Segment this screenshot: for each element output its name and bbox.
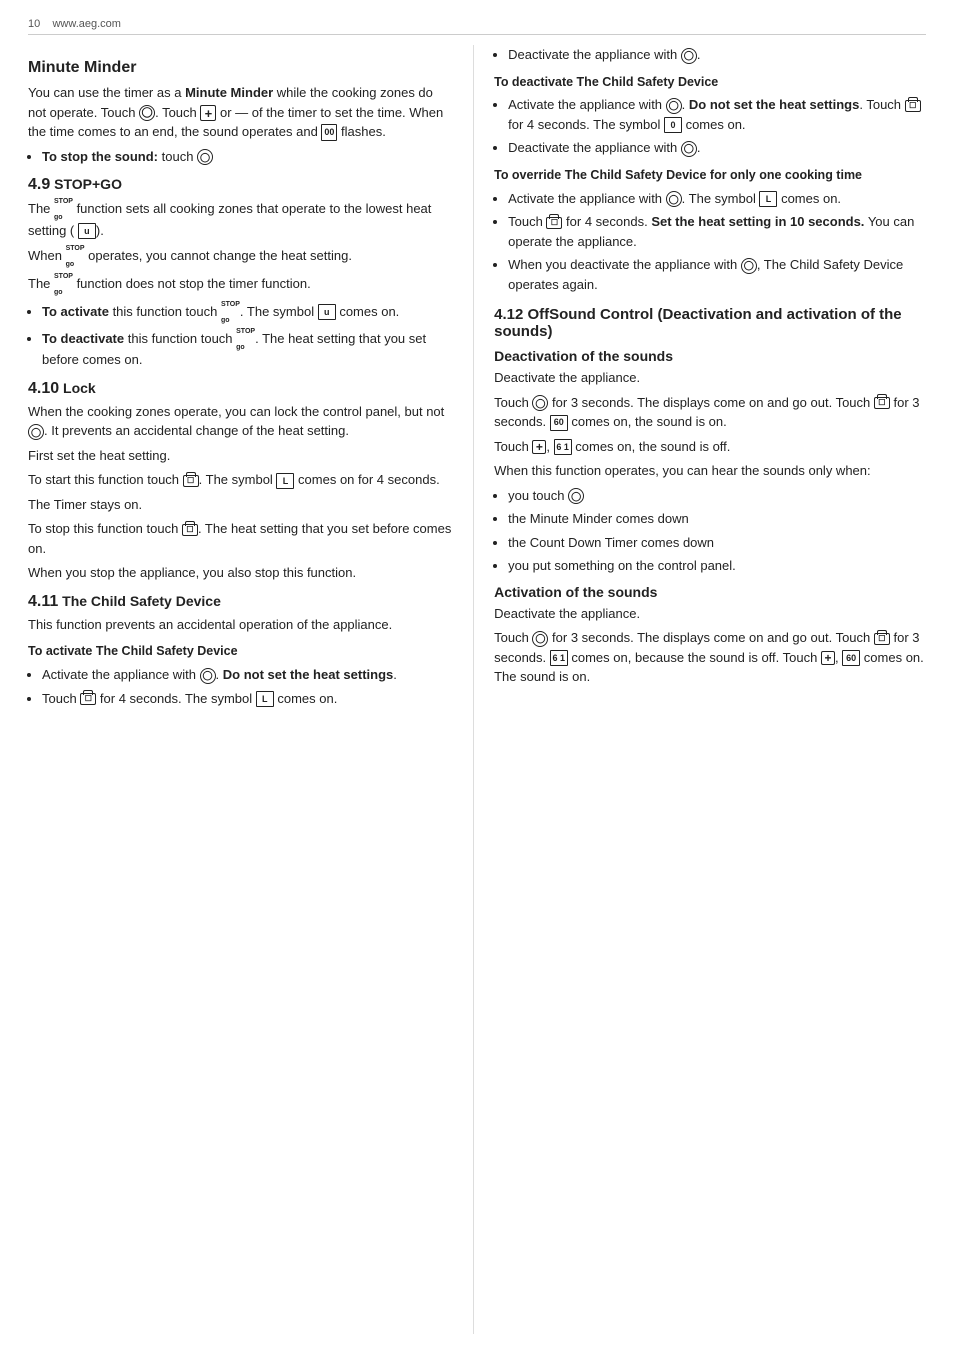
right-column: Deactivate the appliance with ◯. To deac… bbox=[474, 45, 926, 1334]
power-icon7: ◯ bbox=[741, 258, 757, 274]
left-column: Minute Minder You can use the timer as a… bbox=[28, 45, 474, 1334]
over-b2: Touch ☐ for 4 seconds. Set the heat sett… bbox=[508, 212, 926, 251]
deact-sounds-list: you touch ◯ the Minute Minder comes down… bbox=[508, 486, 926, 576]
minute-minder-title: Minute Minder bbox=[28, 59, 453, 77]
deact-child-b1: Activate the appliance with ◯. Do not se… bbox=[508, 95, 926, 134]
lock-p6: When you stop the appliance, you also st… bbox=[28, 563, 453, 583]
two-column-layout: Minute Minder You can use the timer as a… bbox=[28, 45, 926, 1334]
lock-p3: To start this function touch ☐. The symb… bbox=[28, 470, 453, 490]
stopgo-deactivate: To deactivate this function touch STOPgo… bbox=[42, 328, 453, 370]
key-icon3: ☐ bbox=[80, 693, 96, 705]
u-symbol: u bbox=[318, 304, 336, 320]
key-icon4: ☐ bbox=[905, 100, 921, 112]
power-icon2: ◯ bbox=[200, 668, 216, 684]
stopgo-p2: When STOPgo operates, you cannot change … bbox=[28, 245, 453, 268]
double-box-icon: 00 bbox=[321, 124, 337, 142]
act-child-b2: Touch ☐ for 4 seconds. The symbol L come… bbox=[42, 689, 453, 709]
power-icon9: ◯ bbox=[568, 488, 584, 504]
alarm-icon: ◯ bbox=[197, 149, 213, 165]
act-sounds-p1: Deactivate the appliance. bbox=[494, 604, 926, 624]
minute-minder-section: Minute Minder You can use the timer as a… bbox=[28, 59, 453, 166]
act-sounds-title: Activation of the sounds bbox=[494, 584, 926, 600]
six-one-box: 6 1 bbox=[554, 439, 572, 455]
lock-title: 4.10 Lock bbox=[28, 380, 453, 398]
stopgo-list: To activate this function touch STOPgo. … bbox=[42, 301, 453, 370]
deact-bullet2: the Minute Minder comes down bbox=[508, 509, 926, 529]
plus-icon: + bbox=[200, 105, 216, 121]
power-icon10: ◯ bbox=[532, 631, 548, 647]
website: www.aeg.com bbox=[52, 18, 120, 30]
lock-p5: To stop this function touch ☐. The heat … bbox=[28, 519, 453, 558]
override-child-list: Activate the appliance with ◯. The symbo… bbox=[508, 189, 926, 295]
lock-p2: First set the heat setting. bbox=[28, 446, 453, 466]
six-one-box2: 6 1 bbox=[550, 650, 568, 666]
deact-sounds-p3: Touch +, 6 1 comes on, the sound is off. bbox=[494, 437, 926, 457]
power-icon3: ◯ bbox=[681, 48, 697, 64]
over-b1: Activate the appliance with ◯. The symbo… bbox=[508, 189, 926, 209]
deact-sounds-p4: When this function operates, you can hea… bbox=[494, 461, 926, 481]
page-header: 10 www.aeg.com bbox=[28, 18, 926, 35]
sixty-box2: 60 bbox=[842, 650, 860, 666]
child-safety-section: 4.11 The Child Safety Device This functi… bbox=[28, 593, 453, 708]
child-safety-cont: Deactivate the appliance with ◯. To deac… bbox=[494, 45, 926, 294]
deact-child-b2: Deactivate the appliance with ◯. bbox=[508, 138, 926, 158]
child-safety-intro: This function prevents an accidental ope… bbox=[28, 615, 453, 635]
power-icon6: ◯ bbox=[666, 191, 682, 207]
deact-bullet3: the Count Down Timer comes down bbox=[508, 533, 926, 553]
child-deact-b1: Deactivate the appliance with ◯. bbox=[508, 45, 926, 65]
plus-icon3: + bbox=[821, 651, 835, 665]
power-icon5: ◯ bbox=[681, 141, 697, 157]
deact-sounds-p1: Deactivate the appliance. bbox=[494, 368, 926, 388]
over-b3: When you deactivate the appliance with ◯… bbox=[508, 255, 926, 294]
activate-child-list: Activate the appliance with ◯. Do not se… bbox=[42, 665, 453, 708]
act-child-b1: Activate the appliance with ◯. Do not se… bbox=[42, 665, 453, 685]
offsound-title: 4.12 OffSound Control (Deactivation and … bbox=[494, 306, 926, 340]
minute-minder-body: You can use the timer as a Minute Minder… bbox=[28, 83, 453, 142]
sixty-box: 60 bbox=[550, 415, 568, 431]
deactivate-child-title: To deactivate The Child Safety Device bbox=[494, 73, 926, 92]
override-child-title: To override The Child Safety Device for … bbox=[494, 166, 926, 185]
zero-symbol: 0 bbox=[664, 117, 682, 133]
key-icon: ☐ bbox=[183, 475, 199, 487]
l-symbol: L bbox=[256, 691, 274, 707]
key-icon6: ☐ bbox=[874, 397, 890, 409]
stopgo-activate: To activate this function touch STOPgo. … bbox=[42, 301, 453, 324]
deact-bullet1: you touch ◯ bbox=[508, 486, 926, 506]
key-icon7: ☐ bbox=[874, 633, 890, 645]
activate-child-title: To activate The Child Safety Device bbox=[28, 642, 453, 661]
l-symbol2: L bbox=[759, 191, 777, 207]
stopgo-section: 4.9 STOP+GO The STOPgo function sets all… bbox=[28, 176, 453, 370]
lock-section: 4.10 Lock When the cooking zones operate… bbox=[28, 380, 453, 583]
deact-sounds-title: Deactivation of the sounds bbox=[494, 348, 926, 364]
child-deact-list: Deactivate the appliance with ◯. bbox=[508, 45, 926, 65]
page: 10 www.aeg.com Minute Minder You can use… bbox=[0, 0, 954, 1352]
deact-bullet4: you put something on the control panel. bbox=[508, 556, 926, 576]
power-icon: ◯ bbox=[139, 105, 155, 121]
u-icon: u bbox=[78, 223, 96, 239]
deact-sounds-p2: Touch ◯ for 3 seconds. The displays come… bbox=[494, 393, 926, 432]
power-icon4: ◯ bbox=[666, 98, 682, 114]
minute-minder-list: To stop the sound: touch ◯ bbox=[42, 147, 453, 167]
lock-p4: The Timer stays on. bbox=[28, 495, 453, 515]
lock-symbol: L bbox=[276, 473, 294, 489]
key-icon2: ☐ bbox=[182, 524, 198, 536]
power-icon8: ◯ bbox=[532, 395, 548, 411]
child-safety-title: 4.11 The Child Safety Device bbox=[28, 593, 453, 611]
stopgo-p1: The STOPgo function sets all cooking zon… bbox=[28, 198, 453, 240]
stopgo-p3: The STOPgo function does not stop the ti… bbox=[28, 273, 453, 296]
stopgo-title: 4.9 STOP+GO bbox=[28, 176, 453, 194]
plus-icon2: + bbox=[532, 440, 546, 454]
act-sounds-p2: Touch ◯ for 3 seconds. The displays come… bbox=[494, 628, 926, 687]
power-circle-icon: ◯ bbox=[28, 424, 44, 440]
deactivate-child-list: Activate the appliance with ◯. Do not se… bbox=[508, 95, 926, 158]
page-number: 10 bbox=[28, 18, 40, 30]
offsound-section: 4.12 OffSound Control (Deactivation and … bbox=[494, 306, 926, 687]
key-icon5: ☐ bbox=[546, 217, 562, 229]
stop-sound-item: To stop the sound: touch ◯ bbox=[42, 147, 453, 167]
lock-p1: When the cooking zones operate, you can … bbox=[28, 402, 453, 441]
